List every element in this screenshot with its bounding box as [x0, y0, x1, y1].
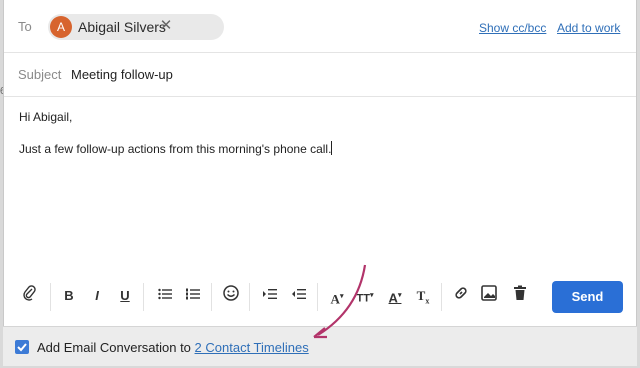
emoji-icon[interactable]: [220, 285, 242, 307]
avatar: A: [50, 16, 72, 38]
divider: [50, 283, 51, 311]
show-cc-bcc-link[interactable]: Show cc/bcc: [479, 21, 546, 35]
to-label: To: [18, 19, 32, 34]
subject-label: Subject: [18, 67, 62, 82]
email-composer-window: 6 To A Abigail Silvers ✕ Show cc/bcc Add…: [0, 0, 640, 368]
paperclip-icon[interactable]: [19, 285, 41, 307]
bold-icon[interactable]: B: [58, 285, 80, 307]
font-color-icon[interactable]: A▾: [384, 285, 406, 307]
image-icon[interactable]: [478, 285, 500, 307]
footer-text: Add Email Conversation to 2 Contact Time…: [37, 340, 309, 355]
recipient-name: Abigail Silvers: [78, 19, 166, 35]
add-to-work-link[interactable]: Add to work: [557, 21, 620, 35]
subject-input[interactable]: Meeting follow-up: [71, 67, 173, 82]
divider: [441, 283, 442, 311]
indent-icon[interactable]: [259, 285, 281, 307]
bulleted-list-icon[interactable]: [154, 285, 176, 307]
text-caret: [331, 141, 333, 155]
numbered-list-icon[interactable]: [182, 285, 204, 307]
subject-row: Subject Meeting follow-up: [4, 53, 636, 97]
divider: [143, 283, 144, 311]
divider: [211, 283, 212, 311]
body-line: Just a few follow-up actions from this m…: [19, 141, 333, 156]
underline-icon[interactable]: U: [114, 285, 136, 307]
italic-icon[interactable]: I: [86, 285, 108, 307]
message-body[interactable]: Hi Abigail, Just a few follow-up actions…: [19, 110, 619, 172]
clear-format-icon[interactable]: Tx: [412, 285, 434, 307]
send-button[interactable]: Send: [552, 281, 623, 313]
recipient-chip[interactable]: A Abigail Silvers ✕: [48, 14, 224, 40]
annotation-arrow: [313, 264, 367, 339]
link-icon[interactable]: [450, 285, 472, 307]
body-line: Hi Abigail,: [19, 110, 73, 124]
timeline-checkbox[interactable]: [15, 340, 29, 354]
divider: [249, 283, 250, 311]
contact-timelines-link[interactable]: 2 Contact Timelines: [195, 340, 309, 355]
trash-icon[interactable]: [509, 285, 531, 307]
close-icon[interactable]: ✕: [158, 18, 174, 34]
to-row: To A Abigail Silvers ✕ Show cc/bcc Add t…: [4, 0, 636, 53]
